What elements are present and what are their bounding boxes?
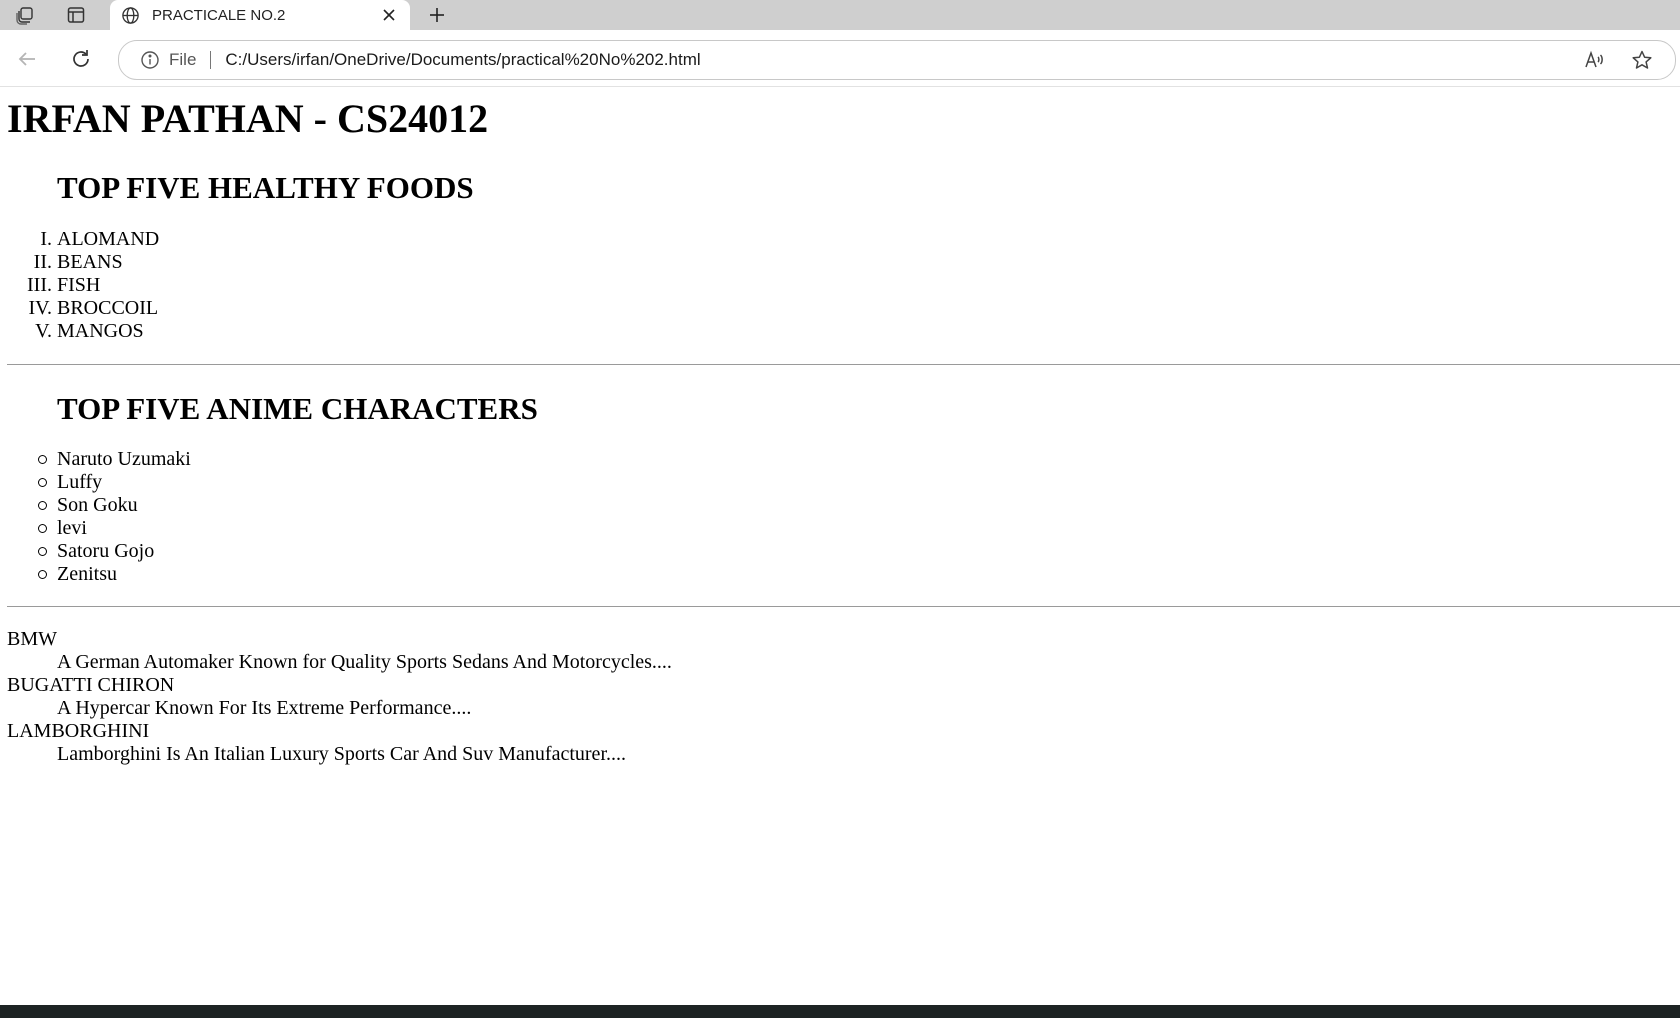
anime-heading: TOP FIVE ANIME CHARACTERS — [57, 391, 538, 426]
foods-list: I. ALOMAND II. BEANS III. FISH IV. BROCCOIL … — [27, 228, 160, 343]
list-item: V. MANGOS — [35, 320, 144, 342]
info-icon[interactable] — [139, 49, 161, 71]
address-separator — [210, 51, 212, 69]
car-term: BMW — [7, 628, 57, 650]
list-item: III. FISH — [27, 274, 101, 296]
list-item: Luffy — [38, 471, 191, 494]
car-description: Lamborghini Is An Italian Luxury Sports … — [57, 743, 626, 765]
foods-heading: TOP FIVE HEALTHY FOODS — [57, 170, 474, 205]
taskbar-edge — [0, 1005, 1680, 1018]
list-item: Son Goku — [38, 494, 191, 517]
tab-actions-icon[interactable] — [59, 2, 93, 28]
list-item: Naruto Uzumaki — [38, 448, 191, 471]
car-description: A German Automaker Known for Quality Spo… — [57, 651, 672, 673]
page-heading: IRFAN PATHAN - CS24012 — [7, 96, 489, 141]
car-term: LAMBORGHINI — [7, 720, 150, 742]
scheme-label: File — [169, 50, 197, 69]
read-aloud-icon[interactable] — [1579, 45, 1609, 75]
divider — [7, 364, 1680, 365]
anime-list: Naruto Uzumaki Luffy Son Goku levi Sator… — [38, 448, 191, 586]
list-item: I. ALOMAND — [40, 228, 160, 250]
refresh-button[interactable] — [66, 44, 96, 74]
cars-description-list: BMW A German Automaker Known for Quality… — [7, 628, 672, 766]
car-description: A Hypercar Known For Its Extreme Perform… — [57, 697, 472, 719]
tab-strip: PRACTICALE NO.2 — [0, 0, 1680, 30]
globe-icon — [120, 5, 140, 25]
list-item: Zenitsu — [38, 563, 191, 586]
back-button[interactable] — [12, 44, 42, 74]
new-tab-button[interactable] — [420, 2, 454, 28]
divider — [7, 606, 1680, 607]
list-item: II. BEANS — [33, 251, 123, 273]
page-content: IRFAN PATHAN - CS24012 TOP FIVE HEALTHY … — [0, 87, 1680, 1005]
browser-toolbar: File C:/Users/irfan/OneDrive/Documents/p… — [0, 30, 1680, 87]
close-icon[interactable] — [378, 4, 400, 26]
list-item: IV. BROCCOIL — [28, 297, 159, 319]
car-term: BUGATTI CHIRON — [7, 674, 175, 696]
list-item: levi — [38, 517, 191, 540]
address-bar[interactable]: File C:/Users/irfan/OneDrive/Documents/p… — [118, 40, 1676, 80]
tab-practicale[interactable]: PRACTICALE NO.2 — [110, 0, 410, 30]
list-item: Satoru Gojo — [38, 540, 191, 563]
favorite-star-icon[interactable] — [1627, 45, 1657, 75]
tab-title: PRACTICALE NO.2 — [152, 6, 286, 24]
address-url[interactable]: C:/Users/irfan/OneDrive/Documents/practi… — [225, 50, 1579, 70]
workspaces-icon[interactable] — [8, 2, 42, 28]
